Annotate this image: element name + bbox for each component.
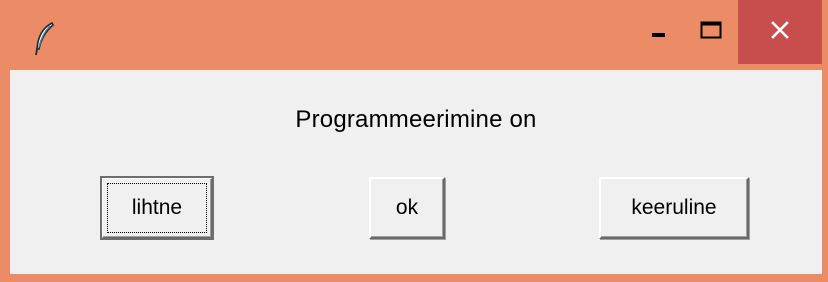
ok-button[interactable]: ok	[369, 177, 445, 239]
prompt-label: Programmeerimine on	[295, 106, 537, 133]
maximize-icon	[700, 21, 722, 44]
lihtne-button-label: lihtne	[131, 196, 183, 219]
feather-icon[interactable]	[34, 21, 56, 56]
keeruline-button[interactable]: keeruline	[599, 177, 749, 239]
maximize-button[interactable]	[684, 0, 738, 64]
close-button[interactable]	[738, 0, 822, 64]
window-client-area: Programmeerimine on lihtne ok keeruline	[10, 70, 822, 274]
ok-button-label: ok	[395, 196, 419, 219]
app-window: Programmeerimine on lihtne ok keeruline	[0, 0, 828, 282]
lihtne-button[interactable]: lihtne	[100, 176, 214, 240]
title-bar[interactable]	[0, 0, 828, 70]
close-icon	[771, 20, 789, 44]
keeruline-button-label: keeruline	[631, 196, 717, 219]
minimize-icon	[651, 22, 667, 43]
minimize-button[interactable]	[634, 0, 684, 64]
